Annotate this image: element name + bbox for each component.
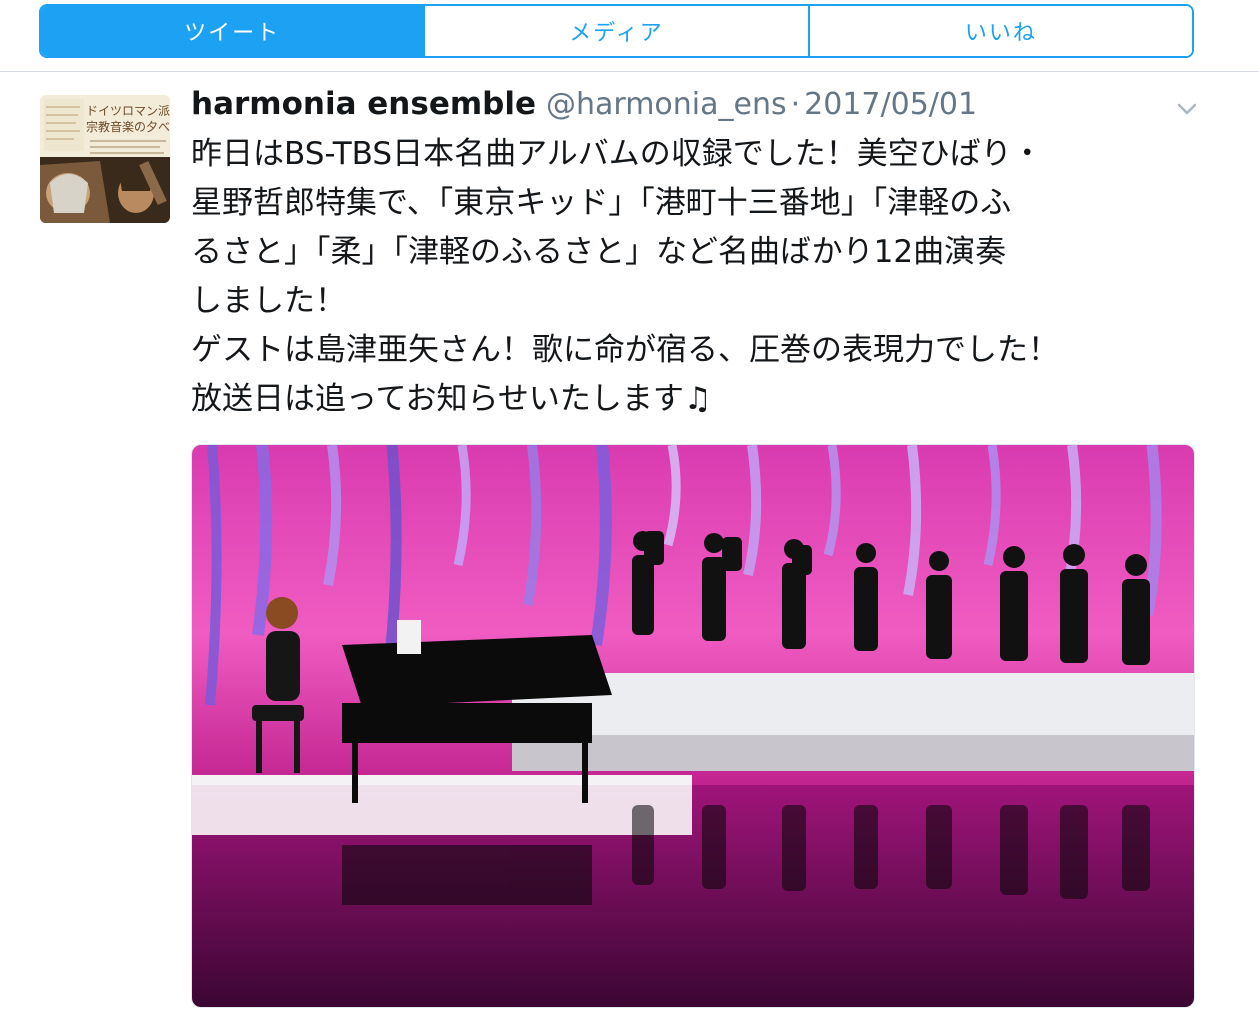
header-separator: · (790, 87, 801, 122)
header-divider (0, 71, 1259, 72)
tweet-line: るさと」「柔」「津軽のふるさと」など名曲ばかり12曲演奏 (191, 234, 1007, 270)
tweet-line: 放送日は追ってお知らせいたします♫ (191, 381, 712, 417)
author-name[interactable]: harmonia ensemble (191, 86, 536, 122)
tab-media[interactable]: メディア (423, 6, 808, 56)
tweet-date[interactable]: 2017/05/01 (804, 87, 977, 122)
tweet-line: しました！ (191, 283, 346, 319)
author-handle[interactable]: @harmonia_ens (546, 87, 787, 122)
avatar-title-2: 宗教音楽の夕べ (86, 119, 170, 134)
tweet-text: 昨日はBS-TBS日本名曲アルバムの収録でした！美空ひばり・ 星野哲郎特集で、「… (191, 130, 1201, 424)
tab-likes[interactable]: いいね (807, 6, 1192, 56)
tweet-photo[interactable] (191, 444, 1195, 1008)
tweet-line: 星野哲郎特集で、「東京キッド」「港町十三番地」「津軽のふ (191, 185, 1012, 221)
tweet-line: 昨日はBS-TBS日本名曲アルバムの収録でした！美空ひばり・ (191, 136, 1043, 172)
avatar-title-1: ドイツロマン派 (86, 104, 170, 118)
avatar-image: ドイツロマン派 宗教音楽の夕べ (40, 95, 170, 223)
avatar[interactable]: ドイツロマン派 宗教音楽の夕べ (40, 95, 170, 223)
tab-tweets[interactable]: ツイート (41, 6, 424, 56)
tweet-line: ゲストは島津亜矢さん！歌に命が宿る、圧巻の表現力でした！ (191, 332, 1059, 368)
choir-stage-photo (192, 445, 1194, 1007)
chevron-down-icon[interactable] (1176, 98, 1198, 120)
profile-tabs: ツイート メディア いいね (39, 4, 1194, 58)
tweet-header: harmonia ensemble @harmonia_ens · 2017/0… (191, 86, 977, 130)
